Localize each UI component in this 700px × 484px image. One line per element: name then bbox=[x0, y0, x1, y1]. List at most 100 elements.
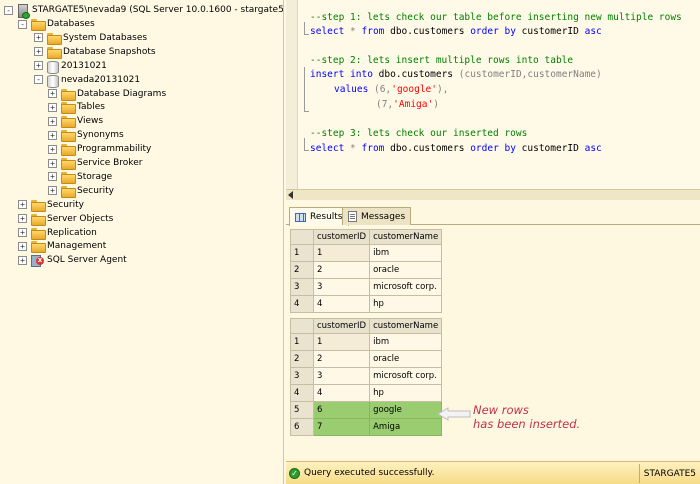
tree-item[interactable]: - Databases bbox=[18, 17, 95, 31]
database-icon bbox=[47, 60, 59, 74]
cell-customer-name[interactable]: hp bbox=[369, 295, 443, 313]
row-number[interactable]: 6 bbox=[290, 418, 314, 436]
cell-customer-name[interactable]: microsoft corp. bbox=[369, 278, 443, 296]
cell-customer-id[interactable]: 6 bbox=[312, 401, 371, 419]
collapse-toggle[interactable]: - bbox=[4, 5, 13, 15]
tree-item[interactable]: + Database Snapshots bbox=[34, 45, 156, 59]
grid-corner[interactable] bbox=[290, 318, 314, 334]
column-header[interactable]: customerName bbox=[369, 229, 443, 245]
results-grid-1[interactable]: customerID customerName 1 1 ibm 2 2 oracle 3 3 mic… bbox=[290, 229, 443, 313]
tree-server-node[interactable]: - STARGATE5\nevada9 (SQL Server 10.0.160… bbox=[4, 3, 283, 19]
row-number[interactable]: 3 bbox=[290, 367, 314, 385]
cell-customer-name[interactable]: Amiga bbox=[369, 418, 443, 436]
results-grid-2[interactable]: customerID customerName 1 1 ibm 2 2 oracle 3 3 mic… bbox=[290, 318, 443, 436]
row-number[interactable]: 4 bbox=[290, 384, 314, 402]
cell-customer-id[interactable]: 1 bbox=[312, 244, 371, 262]
expand-toggle[interactable]: + bbox=[48, 102, 57, 112]
row-number[interactable]: 2 bbox=[290, 350, 314, 368]
folder-icon bbox=[31, 19, 46, 31]
cell-customer-id[interactable]: 7 bbox=[312, 418, 371, 436]
table-row[interactable]: 2 2 oracle bbox=[290, 350, 443, 368]
cell-customer-name[interactable]: ibm bbox=[369, 244, 443, 262]
collapse-toggle[interactable]: - bbox=[18, 19, 27, 29]
table-row[interactable]: 6 7 Amiga bbox=[290, 418, 443, 436]
column-header[interactable]: customerName bbox=[369, 318, 443, 334]
expand-toggle[interactable]: + bbox=[48, 186, 57, 196]
expand-toggle[interactable]: + bbox=[34, 47, 43, 57]
expand-toggle[interactable]: + bbox=[18, 255, 27, 265]
column-header[interactable]: customerID bbox=[312, 229, 371, 245]
scroll-left-arrow-icon[interactable] bbox=[288, 191, 293, 199]
tab-messages[interactable]: Messages bbox=[342, 207, 412, 225]
object-explorer: - STARGATE5\nevada9 (SQL Server 10.0.160… bbox=[0, 0, 284, 484]
tree-item[interactable]: +20131021 bbox=[34, 59, 107, 74]
grid-corner[interactable] bbox=[290, 229, 314, 245]
tree-item[interactable]: + Database Diagrams bbox=[48, 87, 166, 101]
expand-toggle[interactable]: + bbox=[18, 214, 27, 224]
cell-customer-name[interactable]: oracle bbox=[369, 350, 443, 368]
cell-customer-id[interactable]: 2 bbox=[312, 350, 371, 368]
collapse-toggle[interactable]: - bbox=[34, 75, 43, 85]
table-row[interactable]: 3 3 microsoft corp. bbox=[290, 278, 443, 296]
expand-toggle[interactable]: + bbox=[48, 172, 57, 182]
cell-customer-name[interactable]: hp bbox=[369, 384, 443, 402]
cell-customer-id[interactable]: 4 bbox=[312, 384, 371, 402]
tree-item[interactable]: + Service Broker bbox=[48, 156, 142, 170]
folder-icon bbox=[31, 241, 46, 254]
query-editor[interactable]: --step 1: lets check our table before in… bbox=[286, 0, 700, 190]
table-row[interactable]: 5 6 google bbox=[290, 401, 443, 419]
table-row[interactable]: 1 1 ibm bbox=[290, 333, 443, 351]
row-number[interactable]: 2 bbox=[290, 261, 314, 279]
tree-item-label: Service Broker bbox=[77, 158, 143, 168]
row-number[interactable]: 5 bbox=[290, 401, 314, 419]
tree-item[interactable]: + Server Objects bbox=[18, 212, 113, 226]
cell-customer-id[interactable]: 2 bbox=[312, 261, 371, 279]
expand-toggle[interactable]: + bbox=[34, 33, 43, 43]
table-row[interactable]: 4 4 hp bbox=[290, 295, 443, 313]
tree-item[interactable]: + Synonyms bbox=[48, 128, 124, 143]
status-server: STARGATE5 bbox=[638, 464, 700, 483]
tree-item[interactable]: + Replication bbox=[18, 226, 97, 240]
folder-icon bbox=[47, 32, 62, 45]
column-header[interactable]: customerID bbox=[312, 318, 371, 334]
tree-item[interactable]: + Security bbox=[48, 184, 114, 198]
tree-item-label: Tables bbox=[77, 102, 105, 113]
expand-toggle[interactable]: + bbox=[48, 144, 57, 154]
expand-toggle[interactable]: + bbox=[34, 61, 43, 71]
cell-customer-id[interactable]: 3 bbox=[312, 367, 371, 385]
expand-toggle[interactable]: + bbox=[48, 89, 57, 98]
cell-customer-name[interactable]: google bbox=[369, 401, 443, 419]
table-row[interactable]: 4 4 hp bbox=[290, 384, 443, 402]
editor-horizontal-scrollbar[interactable] bbox=[286, 189, 700, 200]
cell-customer-id[interactable]: 4 bbox=[312, 295, 371, 313]
expand-toggle[interactable]: + bbox=[18, 241, 27, 251]
row-number[interactable]: 3 bbox=[290, 278, 314, 296]
table-row[interactable]: 2 2 oracle bbox=[290, 261, 443, 279]
tree-item[interactable]: + System Databases bbox=[34, 31, 147, 45]
table-row[interactable]: 1 1 ibm bbox=[290, 244, 443, 262]
tree-item[interactable]: + Security bbox=[18, 198, 84, 212]
expand-toggle[interactable]: + bbox=[18, 200, 27, 210]
cell-customer-name[interactable]: oracle bbox=[369, 261, 443, 279]
cell-customer-name[interactable]: microsoft corp. bbox=[369, 367, 443, 385]
expand-toggle[interactable]: + bbox=[18, 228, 27, 237]
expand-toggle[interactable]: + bbox=[48, 130, 57, 140]
tree-item[interactable]: + Programmability bbox=[48, 142, 151, 157]
expand-toggle[interactable]: + bbox=[48, 116, 57, 126]
tree-item-label: Databases bbox=[47, 19, 95, 29]
tree-item[interactable]: + Views bbox=[48, 114, 103, 129]
row-number[interactable]: 1 bbox=[290, 333, 314, 351]
tree-item[interactable]: + Management bbox=[18, 239, 106, 254]
tree-item[interactable]: - nevada20131021 bbox=[34, 73, 140, 88]
row-number[interactable]: 4 bbox=[290, 295, 314, 313]
tree-item[interactable]: + Tables bbox=[48, 100, 105, 115]
cell-customer-id[interactable]: 1 bbox=[312, 333, 371, 351]
row-number[interactable]: 1 bbox=[290, 244, 314, 262]
tree-item[interactable]: + SQL Server Agent bbox=[18, 253, 127, 268]
tab-results[interactable]: Results bbox=[289, 207, 349, 226]
tree-item[interactable]: + Storage bbox=[48, 170, 112, 184]
cell-customer-id[interactable]: 3 bbox=[312, 278, 371, 296]
expand-toggle[interactable]: + bbox=[48, 158, 57, 168]
table-row[interactable]: 3 3 microsoft corp. bbox=[290, 367, 443, 385]
cell-customer-name[interactable]: ibm bbox=[369, 333, 443, 351]
